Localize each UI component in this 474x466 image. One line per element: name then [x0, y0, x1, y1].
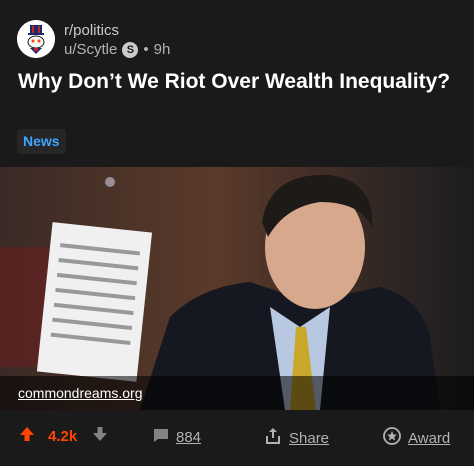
share-icon — [263, 426, 283, 450]
post-thumbnail[interactable] — [0, 167, 474, 410]
author-badge: S — [122, 42, 139, 58]
comments-count: 884 — [176, 428, 202, 446]
comment-icon — [152, 426, 170, 448]
subreddit-avatar[interactable] — [17, 20, 55, 58]
award-label: Award — [408, 429, 451, 447]
news-photo — [0, 167, 474, 410]
post-flair[interactable]: News — [17, 129, 66, 154]
post-card[interactable]: r/politics u/Scytle S • 9h Why Don’t We … — [0, 0, 474, 466]
subreddit-name[interactable]: r/politics — [64, 22, 170, 40]
meta-separator: • — [143, 41, 149, 58]
author-name[interactable]: u/Scytle — [64, 41, 117, 59]
share-label: Share — [289, 429, 330, 447]
comments-button[interactable]: 884 — [152, 426, 201, 448]
arrow-down-icon[interactable] — [91, 425, 109, 447]
share-button[interactable]: Share — [263, 426, 329, 450]
award-icon — [382, 426, 402, 450]
arrow-up-icon[interactable] — [18, 425, 36, 447]
post-time: 9h — [153, 41, 171, 58]
award-button[interactable]: Award — [382, 426, 450, 450]
post-title[interactable]: Why Don’t We Riot Over Wealth Inequality… — [18, 68, 458, 95]
post-meta: r/politics u/Scytle S • 9h — [64, 22, 170, 59]
vote-score: 4.2k — [48, 427, 78, 445]
uncle-sam-snoo-icon — [17, 20, 55, 58]
action-bar: 4.2k 884 Share Award — [0, 410, 474, 466]
post-header: r/politics u/Scytle S • 9h Why Don’t We … — [0, 0, 474, 164]
link-domain[interactable]: commondreams.org — [18, 385, 143, 401]
vote-control: 4.2k — [18, 425, 109, 447]
